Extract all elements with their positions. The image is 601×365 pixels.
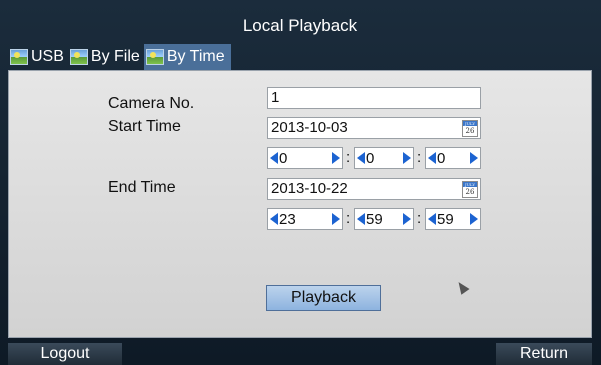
increment-arrow-icon[interactable] bbox=[403, 152, 411, 164]
decrement-arrow-icon[interactable] bbox=[357, 152, 365, 164]
decrement-arrow-icon[interactable] bbox=[428, 213, 436, 225]
increment-arrow-icon[interactable] bbox=[403, 213, 411, 225]
playback-button[interactable]: Playback bbox=[266, 285, 381, 311]
end-time-label: End Time bbox=[108, 179, 176, 196]
end-minute-value: 59 bbox=[366, 210, 383, 228]
increment-arrow-icon[interactable] bbox=[470, 152, 478, 164]
logout-button[interactable]: Logout bbox=[8, 343, 122, 365]
tab-usb-label: USB bbox=[31, 48, 64, 65]
start-time-label: Start Time bbox=[108, 118, 181, 135]
end-date-field[interactable]: 2013-10-22 JULY 26 bbox=[267, 178, 481, 200]
window-title: Local Playback bbox=[242, 16, 358, 35]
calendar-day: 26 bbox=[465, 127, 475, 135]
tab-by-time-label: By Time bbox=[166, 48, 225, 65]
return-button[interactable]: Return bbox=[496, 343, 592, 365]
start-hour-value: 0 bbox=[279, 149, 288, 167]
increment-arrow-icon[interactable] bbox=[332, 213, 340, 225]
calendar-day: 26 bbox=[465, 188, 475, 196]
camera-no-label: Camera No. bbox=[108, 95, 195, 112]
tab-usb[interactable]: USB bbox=[8, 44, 68, 70]
start-minute-value: 0 bbox=[366, 149, 375, 167]
end-second-value: 59 bbox=[437, 210, 454, 228]
image-icon bbox=[69, 49, 88, 65]
end-date-value: 2013-10-22 bbox=[271, 180, 348, 197]
calendar-icon[interactable]: JULY 26 bbox=[462, 181, 478, 198]
decrement-arrow-icon[interactable] bbox=[270, 152, 278, 164]
time-separator: : bbox=[346, 210, 351, 227]
start-second-stepper[interactable]: 0 bbox=[425, 147, 481, 169]
time-separator: : bbox=[417, 210, 422, 227]
increment-arrow-icon[interactable] bbox=[470, 213, 478, 225]
by-time-panel: Camera No. 1 Start Time 2013-10-03 JULY … bbox=[8, 70, 592, 338]
time-separator: : bbox=[417, 149, 422, 166]
start-minute-stepper[interactable]: 0 bbox=[354, 147, 414, 169]
decrement-arrow-icon[interactable] bbox=[270, 213, 278, 225]
end-second-stepper[interactable]: 59 bbox=[425, 208, 481, 230]
tab-by-time[interactable]: By Time bbox=[143, 44, 231, 70]
end-hour-stepper[interactable]: 23 bbox=[267, 208, 343, 230]
tab-by-file-label: By File bbox=[90, 48, 140, 65]
increment-arrow-icon[interactable] bbox=[332, 152, 340, 164]
start-hour-stepper[interactable]: 0 bbox=[267, 147, 343, 169]
end-minute-stepper[interactable]: 59 bbox=[354, 208, 414, 230]
start-second-value: 0 bbox=[437, 149, 446, 167]
start-date-field[interactable]: 2013-10-03 JULY 26 bbox=[267, 117, 481, 139]
local-playback-window: Local Playback USB By File By Time Camer… bbox=[0, 0, 601, 365]
camera-no-value: 1 bbox=[271, 89, 280, 106]
decrement-arrow-icon[interactable] bbox=[428, 152, 436, 164]
time-separator: : bbox=[346, 149, 351, 166]
end-hour-value: 23 bbox=[279, 210, 296, 228]
start-date-value: 2013-10-03 bbox=[271, 119, 348, 136]
decrement-arrow-icon[interactable] bbox=[357, 213, 365, 225]
mouse-pointer-icon bbox=[454, 279, 470, 295]
image-icon bbox=[10, 49, 28, 65]
tab-by-file[interactable]: By File bbox=[68, 44, 144, 70]
tab-bar: USB By File By Time bbox=[8, 44, 231, 70]
calendar-icon[interactable]: JULY 26 bbox=[462, 120, 478, 137]
camera-no-field[interactable]: 1 bbox=[267, 87, 481, 109]
image-icon bbox=[145, 49, 164, 65]
